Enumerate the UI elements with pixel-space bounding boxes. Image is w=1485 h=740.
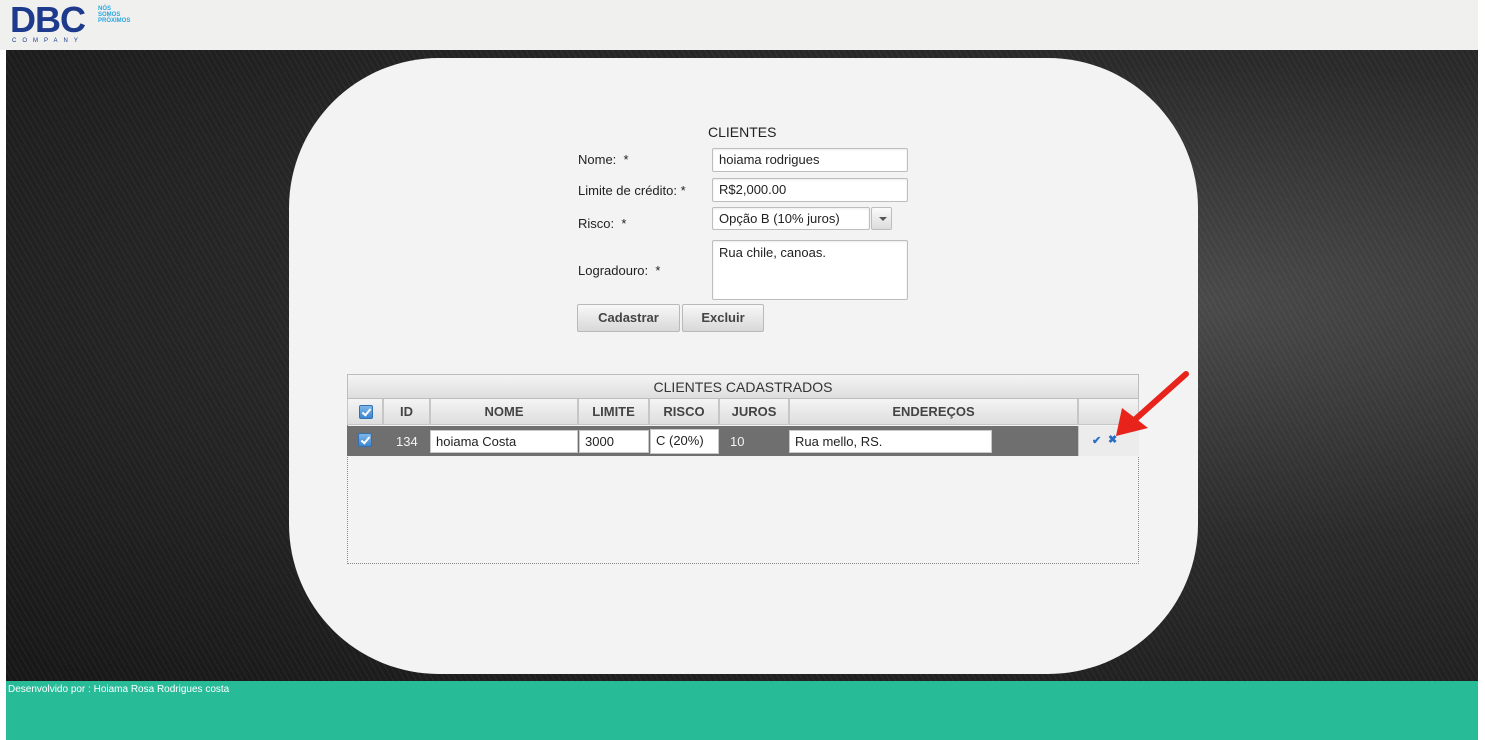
check-icon[interactable]: ✔ — [1092, 434, 1101, 447]
risco-label: Risco: * — [578, 216, 627, 231]
limite-input[interactable]: R$2,000.00 — [712, 178, 908, 202]
table-caption: CLIENTES CADASTRADOS — [347, 374, 1139, 399]
column-header-risco[interactable]: RISCO — [649, 399, 719, 425]
nome-input[interactable]: hoiama rodrigues — [712, 148, 908, 172]
nome-label: Nome: * — [578, 152, 629, 167]
column-header-id[interactable]: ID — [383, 399, 430, 425]
row-checkbox[interactable] — [358, 433, 372, 447]
header-select-all[interactable] — [347, 399, 383, 425]
limite-label: Limite de crédito: * — [578, 183, 686, 198]
right-margin — [1478, 0, 1485, 740]
column-header-limite[interactable]: LIMITE — [578, 399, 649, 425]
form-title: CLIENTES — [708, 124, 777, 140]
row-nome-input[interactable]: hoiama Costa — [430, 430, 578, 453]
logradouro-label: Logradouro: * — [578, 263, 661, 278]
row-limite-input[interactable]: 3000 — [579, 430, 649, 453]
logo-tagline: NÓS SOMOS PRÓXIMOS — [98, 6, 131, 24]
row-id: 134 — [396, 434, 418, 449]
row-juros: 10 — [730, 434, 745, 449]
column-header-enderecos[interactable]: ENDEREÇOS — [789, 399, 1078, 425]
chevron-down-icon[interactable] — [871, 207, 892, 230]
risco-select[interactable]: Opção B (10% juros) — [712, 207, 870, 230]
column-header-juros[interactable]: JUROS — [719, 399, 789, 425]
excluir-button[interactable]: Excluir — [682, 304, 764, 332]
column-header-nome[interactable]: NOME — [430, 399, 578, 425]
row-risco-select[interactable]: C (20%) — [650, 429, 719, 454]
row-endereco-input[interactable]: Rua mello, RS. — [789, 430, 992, 453]
arrow-icon — [1116, 371, 1189, 436]
select-all-checkbox[interactable] — [359, 405, 373, 419]
logo-text: DBC — [10, 0, 86, 40]
footer-credit: Desenvolvido por : Hoiama Rosa Rodrigues… — [8, 684, 230, 695]
top-bar: DBC NÓS SOMOS PRÓXIMOS COMPANY — [0, 0, 1478, 51]
logradouro-textarea[interactable]: Rua chile, canoas. — [712, 240, 908, 300]
logo-company: COMPANY — [12, 38, 84, 44]
cadastrar-button[interactable]: Cadastrar — [577, 304, 680, 332]
